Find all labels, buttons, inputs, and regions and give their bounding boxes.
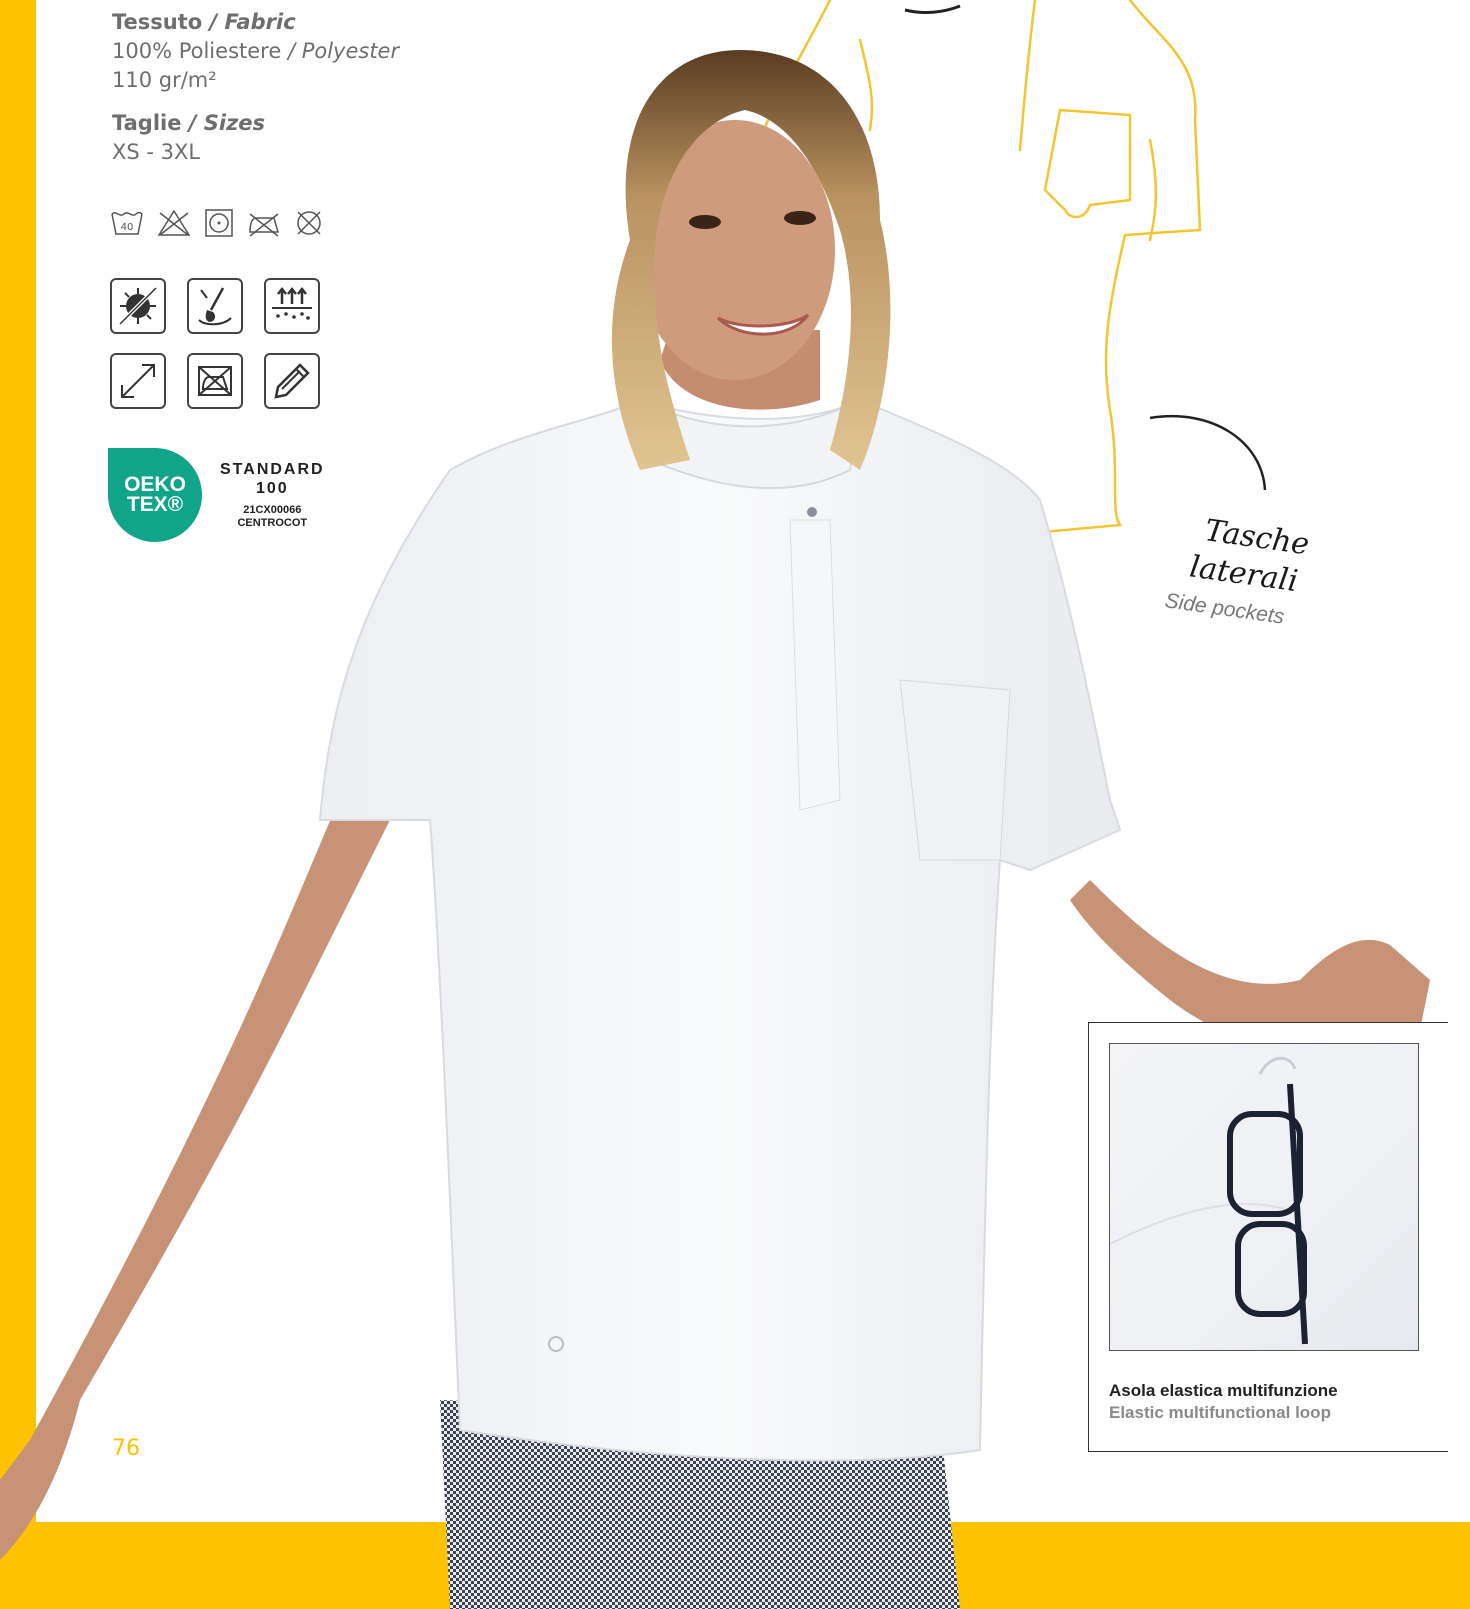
detail-photo — [1109, 1043, 1419, 1351]
glasses-detail-image — [1110, 1056, 1308, 1345]
breathable-icon — [264, 278, 320, 334]
svg-text:40: 40 — [121, 222, 134, 233]
oeko-tex-details: STANDARD 100 21CX00066 CENTROCOT — [220, 460, 325, 530]
stain-resistant-icon — [187, 278, 243, 334]
sizes-value: XS - 3XL — [112, 140, 201, 164]
detail-caption-it: Asola elastica multifunzione — [1109, 1381, 1338, 1400]
sizes-label: Taglie — [112, 111, 182, 135]
fabric-label-en: / Fabric — [202, 10, 296, 34]
no-bleach-icon — [157, 209, 191, 236]
fabric-label: Tessuto — [112, 10, 203, 34]
no-iron-icon — [249, 213, 279, 237]
side-pockets-callout: Tasche laterali Side pockets — [1163, 508, 1311, 632]
detail-caption-en: Elastic multifunctional loop — [1109, 1403, 1331, 1422]
fabric-composition-en: / Polyester — [281, 39, 400, 63]
fabric-weight: 110 gr/m² — [112, 68, 217, 92]
oeko-tex-logo: OEKO TEX® — [108, 448, 202, 542]
stretch-icon — [110, 353, 166, 409]
care-symbols: 40 — [110, 208, 324, 238]
oeko-standard-number: 100 — [255, 480, 289, 497]
sizes-label-en: / Sizes — [181, 111, 266, 135]
oeko-institute: CENTROCOT — [237, 517, 308, 529]
callout-pointer-line — [1149, 414, 1267, 491]
oeko-code: 21CX00066 — [243, 504, 302, 516]
fabric-composition: 100% Poliestere — [112, 39, 282, 63]
wash-40-icon: 40 — [111, 211, 143, 235]
no-dryclean-icon — [297, 211, 321, 235]
customizable-icon — [264, 353, 320, 409]
no-iron-feature-icon — [187, 353, 243, 409]
detail-caption: Asola elastica multifunzione Elastic mul… — [1109, 1381, 1338, 1423]
antibacterial-icon — [110, 278, 166, 334]
oeko-tex-certification: OEKO TEX® STANDARD 100 21CX00066 CENTROC… — [108, 448, 325, 542]
page-number: 76 — [112, 1436, 140, 1461]
oeko-standard: STANDARD — [220, 461, 325, 478]
sketch-callout-line-top — [904, 4, 961, 15]
tumble-dry-icon — [205, 209, 233, 237]
fabric-specs: Tessuto / Fabric 100% Poliestere / Polye… — [112, 8, 399, 181]
feature-icons — [110, 278, 322, 409]
detail-inset: Asola elastica multifunzione Elastic mul… — [1088, 1022, 1448, 1452]
